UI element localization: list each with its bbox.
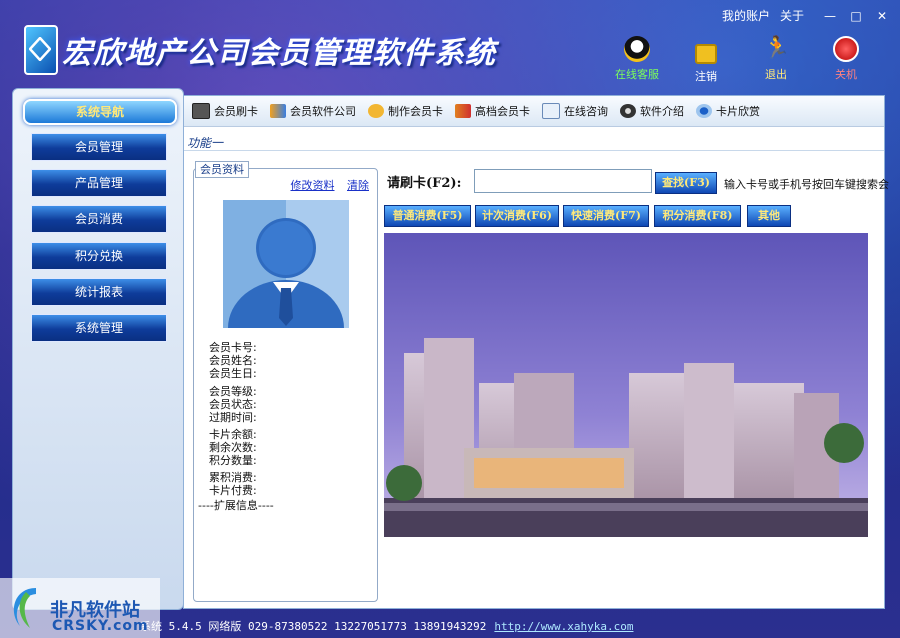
field-card-number: 会员卡号: bbox=[209, 341, 257, 354]
toolbar-software-company-label: 会员软件公司 bbox=[290, 105, 356, 118]
minimize-button[interactable]: — bbox=[820, 9, 840, 23]
card-number-input[interactable] bbox=[474, 169, 652, 193]
lock-icon bbox=[695, 44, 717, 64]
building-photo bbox=[384, 233, 868, 537]
function-divider bbox=[184, 150, 884, 151]
search-hint: 输入卡号或手机号按回车键搜索会 bbox=[724, 178, 889, 191]
other-button[interactable]: 其他 bbox=[747, 205, 791, 227]
find-button[interactable]: 查找(F3) bbox=[655, 172, 717, 194]
power-icon bbox=[833, 36, 859, 62]
sidebar-item-points-exchange[interactable]: 积分兑换 bbox=[31, 242, 167, 270]
sidebar: 系统导航 会员管理 产品管理 会员消费 积分兑换 统计报表 系统管理 bbox=[12, 88, 184, 610]
member-info-tab: 会员资料 bbox=[195, 161, 249, 178]
sidebar-item-member-management[interactable]: 会员管理 bbox=[31, 133, 167, 161]
field-expire-time: 过期时间: bbox=[209, 411, 257, 424]
avatar bbox=[223, 200, 349, 328]
crsky-logo-icon bbox=[13, 588, 36, 628]
toolbar: 会员刷卡 会员软件公司 制作会员卡 高档会员卡 在线咨询 软件介绍 卡片欣赏 bbox=[184, 96, 884, 127]
restore-button[interactable]: □ bbox=[846, 9, 866, 23]
exit-button[interactable]: 🏃 退出 bbox=[746, 36, 806, 82]
online-service-button[interactable]: 在线客服 bbox=[607, 36, 667, 82]
toolbar-make-card[interactable]: 制作会员卡 bbox=[368, 103, 443, 119]
function-label: 功能一 bbox=[187, 136, 224, 150]
mail-icon bbox=[542, 103, 560, 119]
premium-card-icon bbox=[455, 104, 471, 118]
close-window-button[interactable]: ✕ bbox=[872, 9, 892, 23]
app-logo-icon bbox=[24, 25, 58, 75]
footer-version-phone: 系统 5.4.5 网络版 029-87380522 13227051773 13… bbox=[140, 620, 487, 633]
sidebar-item-product-management[interactable]: 产品管理 bbox=[31, 169, 167, 197]
field-total-consumption: 累积消费: bbox=[209, 471, 257, 484]
member-fields-status: 会员等级: 会员状态: 过期时间: bbox=[209, 385, 257, 424]
sidebar-item-statistics-report[interactable]: 统计报表 bbox=[31, 278, 167, 306]
eye-icon bbox=[696, 104, 712, 118]
sidebar-item-system-management[interactable]: 系统管理 bbox=[31, 314, 167, 342]
edit-profile-link[interactable]: 修改资料 bbox=[291, 179, 335, 192]
toolbar-card-gallery-label: 卡片欣赏 bbox=[716, 105, 760, 118]
field-card-balance: 卡片余额: bbox=[209, 428, 257, 441]
sidebar-item-member-consumption[interactable]: 会员消费 bbox=[31, 205, 167, 233]
online-service-label: 在线客服 bbox=[615, 68, 659, 81]
qq-penguin-icon bbox=[624, 36, 650, 62]
member-fields-basic: 会员卡号: 会员姓名: 会员生日: bbox=[209, 341, 257, 380]
toolbar-software-company[interactable]: 会员软件公司 bbox=[270, 103, 356, 119]
sidebar-header: 系统导航 bbox=[23, 99, 177, 125]
member-fields-spending: 累积消费: 卡片付费: bbox=[209, 471, 257, 497]
toolbar-online-consult-label: 在线咨询 bbox=[564, 105, 608, 118]
toolbar-online-consult[interactable]: 在线咨询 bbox=[542, 103, 608, 119]
toolbar-premium-card[interactable]: 高档会员卡 bbox=[455, 103, 530, 119]
logout-button[interactable]: 注销 bbox=[676, 36, 736, 84]
field-remaining-count: 剩余次数: bbox=[209, 441, 257, 454]
shutdown-label: 关机 bbox=[835, 68, 857, 81]
exit-label: 退出 bbox=[765, 68, 787, 81]
member-links: 修改资料 清除 bbox=[282, 177, 370, 193]
field-card-fee: 卡片付费: bbox=[209, 484, 257, 497]
member-fields-balance: 卡片余额: 剩余次数: 积分数量: bbox=[209, 428, 257, 467]
company-icon bbox=[270, 104, 286, 118]
toolbar-member-swipe[interactable]: 会员刷卡 bbox=[192, 103, 258, 119]
toolbar-member-swipe-label: 会员刷卡 bbox=[214, 105, 258, 118]
quick-consume-button[interactable]: 快速消费(F7) bbox=[563, 205, 649, 227]
disc-icon bbox=[620, 104, 636, 118]
app-title: 宏欣地产公司会员管理软件系统 bbox=[62, 36, 496, 71]
toolbar-make-card-label: 制作会员卡 bbox=[388, 105, 443, 118]
field-member-name: 会员姓名: bbox=[209, 354, 257, 367]
card-swipe-icon bbox=[192, 103, 210, 119]
toolbar-software-intro[interactable]: 软件介绍 bbox=[620, 103, 684, 119]
shutdown-button[interactable]: 关机 bbox=[816, 36, 876, 82]
field-member-birthday: 会员生日: bbox=[209, 367, 257, 380]
footer-info: 系统 5.4.5 网络版 029-87380522 13227051773 13… bbox=[140, 618, 633, 634]
toolbar-premium-card-label: 高档会员卡 bbox=[475, 105, 530, 118]
swipe-card-label: 请刷卡(F2): bbox=[387, 176, 462, 191]
field-member-level: 会员等级: bbox=[209, 385, 257, 398]
about-link[interactable]: 关于 bbox=[780, 7, 804, 24]
extended-info-label: ----扩展信息---- bbox=[198, 499, 274, 512]
points-consume-button[interactable]: 积分消费(F8) bbox=[654, 205, 741, 227]
make-card-icon bbox=[368, 104, 384, 118]
logout-label: 注销 bbox=[695, 70, 717, 83]
website-link[interactable]: http://www.xahyka.com bbox=[494, 620, 633, 633]
toolbar-software-intro-label: 软件介绍 bbox=[640, 105, 684, 118]
window-top-bar: 我的账户 关于 — □ ✕ bbox=[722, 7, 900, 24]
field-points: 积分数量: bbox=[209, 454, 257, 467]
normal-consume-button[interactable]: 普通消费(F5) bbox=[384, 205, 471, 227]
field-member-status: 会员状态: bbox=[209, 398, 257, 411]
watermark-domain: CRSKY.com bbox=[52, 618, 149, 634]
count-consume-button[interactable]: 计次消费(F6) bbox=[475, 205, 559, 227]
member-info-panel: 会员资料 修改资料 清除 会员卡号: 会员姓名: 会员生日: 会员等级: 会员状… bbox=[193, 161, 378, 602]
avatar-person-icon bbox=[223, 200, 349, 328]
main-panel: 会员刷卡 会员软件公司 制作会员卡 高档会员卡 在线咨询 软件介绍 卡片欣赏 功… bbox=[183, 95, 889, 609]
running-man-icon: 🏃 bbox=[763, 36, 791, 61]
clear-link[interactable]: 清除 bbox=[347, 179, 369, 192]
my-account-link[interactable]: 我的账户 bbox=[722, 7, 770, 24]
toolbar-card-gallery[interactable]: 卡片欣赏 bbox=[696, 103, 760, 119]
